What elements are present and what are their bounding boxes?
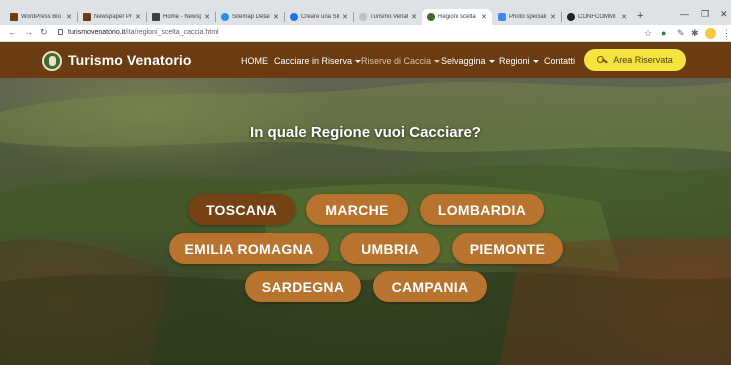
back-arrow-icon[interactable]: ← xyxy=(8,27,17,37)
url-field[interactable]: turismovenatorio.it/ita/regioni_scelta_c… xyxy=(68,29,219,36)
tab-label: Turismo Venat xyxy=(370,14,409,20)
tab-close-icon[interactable]: ✕ xyxy=(411,13,417,21)
nav-label: Cacciare in Riserva xyxy=(274,56,353,66)
site-brand[interactable]: Turismo Venatorio xyxy=(68,52,192,68)
chevron-down-icon xyxy=(532,60,539,64)
chevron-down-icon xyxy=(488,60,495,64)
tab-label: Photo speciali xyxy=(509,14,547,20)
tab-label: CONFCOMMI xyxy=(578,14,616,20)
reload-icon[interactable]: ↻ xyxy=(40,27,48,38)
region-button-piemonte[interactable]: PIEMONTE xyxy=(452,233,563,264)
url-path: /ita/regioni_scelta_caccia.html xyxy=(125,29,219,36)
tab-close-icon[interactable]: ✕ xyxy=(481,13,487,21)
region-button-marche[interactable]: MARCHE xyxy=(306,194,408,225)
tab-favicon-icon xyxy=(567,13,575,21)
nav-label: Regioni xyxy=(499,56,530,66)
browser-tab-creare-sito[interactable]: Creare una Sit ✕ xyxy=(285,9,353,25)
tab-close-icon[interactable]: ✕ xyxy=(550,13,556,21)
region-button-campania[interactable]: CAMPANIA xyxy=(373,271,487,302)
nav-home[interactable]: HOME xyxy=(241,56,268,66)
nav-label: Selvaggina xyxy=(441,56,486,66)
url-host: turismovenatorio.it xyxy=(68,29,126,36)
tab-favicon-icon xyxy=(290,13,298,21)
nav-label: Riserve di Caccia xyxy=(361,56,432,66)
tab-label: WordPress Blo xyxy=(21,14,61,20)
tab-favicon-icon xyxy=(83,13,91,21)
browser-tab-turismo[interactable]: Turismo Venat ✕ xyxy=(354,9,422,25)
browser-tab-wordpress[interactable]: WordPress Blo ✕ xyxy=(5,9,77,25)
address-bar: ← → ↻ turismovenatorio.it/ita/regioni_sc… xyxy=(0,25,731,42)
extensions-puzzle-icon[interactable]: ✱ xyxy=(691,28,699,39)
tab-close-icon[interactable]: ✕ xyxy=(204,13,210,21)
region-button-umbria[interactable]: UMBRIA xyxy=(340,233,440,264)
tab-close-icon[interactable]: ✕ xyxy=(66,13,72,21)
site-header: Turismo Venatorio HOME Cacciare in Riser… xyxy=(0,42,731,78)
browser-tab-photo[interactable]: Photo speciali ✕ xyxy=(493,9,561,25)
area-riservata-label: Area Riservata xyxy=(613,55,673,65)
tab-favicon-icon xyxy=(498,13,506,21)
restore-icon[interactable]: ❐ xyxy=(701,9,709,20)
tab-label: Newspaper Pr xyxy=(94,14,133,20)
tab-label: Regioni scelta xyxy=(438,14,476,20)
browser-tab-confcommi[interactable]: CONFCOMMI ✕ xyxy=(562,9,632,25)
browser-tab-regioni-active[interactable]: Regioni scelta ✕ xyxy=(422,9,492,25)
region-button-sardegna[interactable]: SARDEGNA xyxy=(245,271,361,302)
tab-close-icon[interactable]: ✕ xyxy=(342,13,348,21)
nav-selvaggina[interactable]: Selvaggina xyxy=(441,56,495,66)
new-tab-button[interactable]: + xyxy=(637,10,643,22)
browser-menu-icon[interactable]: ⋮ xyxy=(722,28,731,39)
extension-pin-icon[interactable]: ✎ xyxy=(677,28,685,39)
logo-icon[interactable] xyxy=(42,51,62,71)
tab-favicon-icon xyxy=(221,13,229,21)
page-title: In quale Regione vuoi Cacciare? xyxy=(250,124,481,141)
tab-close-icon[interactable]: ✕ xyxy=(273,13,279,21)
tab-label: Sitemap Detai xyxy=(232,14,270,20)
chevron-down-icon xyxy=(434,60,441,64)
tab-close-icon[interactable]: ✕ xyxy=(621,13,627,21)
tab-favicon-icon xyxy=(10,13,18,21)
hero-background: Turismo Venatorio HOME Cacciare in Riser… xyxy=(0,42,731,365)
tab-label: Creare una Sit xyxy=(301,14,340,20)
nav-riserve-di-caccia[interactable]: Riserve di Caccia xyxy=(361,56,441,66)
bookmark-star-icon[interactable]: ☆ xyxy=(644,28,652,39)
minimize-icon[interactable]: — xyxy=(680,9,689,19)
nav-contatti[interactable]: Contatti xyxy=(544,56,575,66)
tab-favicon-icon xyxy=(359,13,367,21)
area-riservata-button[interactable]: Area Riservata xyxy=(584,49,686,71)
region-button-toscana[interactable]: TOSCANA xyxy=(188,194,295,225)
browser-tab-home-newsp[interactable]: Home - Newsp ✕ xyxy=(147,9,215,25)
forward-arrow-icon[interactable]: → xyxy=(24,27,33,37)
key-icon xyxy=(597,56,607,64)
tab-favicon-icon xyxy=(152,13,160,21)
browser-tab-sitemap[interactable]: Sitemap Detai ✕ xyxy=(216,9,284,25)
lock-icon[interactable] xyxy=(58,29,63,35)
tab-close-icon[interactable]: ✕ xyxy=(135,13,141,21)
region-button-emilia-romagna[interactable]: EMILIA ROMAGNA xyxy=(169,233,329,264)
profile-avatar[interactable] xyxy=(705,28,716,39)
tab-label: Home - Newsp xyxy=(163,14,202,20)
close-window-icon[interactable]: ✕ xyxy=(720,9,728,20)
nav-cacciare-in-riserva[interactable]: Cacciare in Riserva xyxy=(274,56,362,66)
region-button-lombardia[interactable]: LOMBARDIA xyxy=(420,194,544,225)
nav-regioni[interactable]: Regioni xyxy=(499,56,539,66)
tab-favicon-icon xyxy=(427,13,435,21)
browser-tab-newspaper[interactable]: Newspaper Pr ✕ xyxy=(78,9,146,25)
browser-tab-strip: WordPress Blo ✕ Newspaper Pr ✕ Home - Ne… xyxy=(0,0,731,25)
extension-shield-icon[interactable]: ● xyxy=(661,28,666,38)
